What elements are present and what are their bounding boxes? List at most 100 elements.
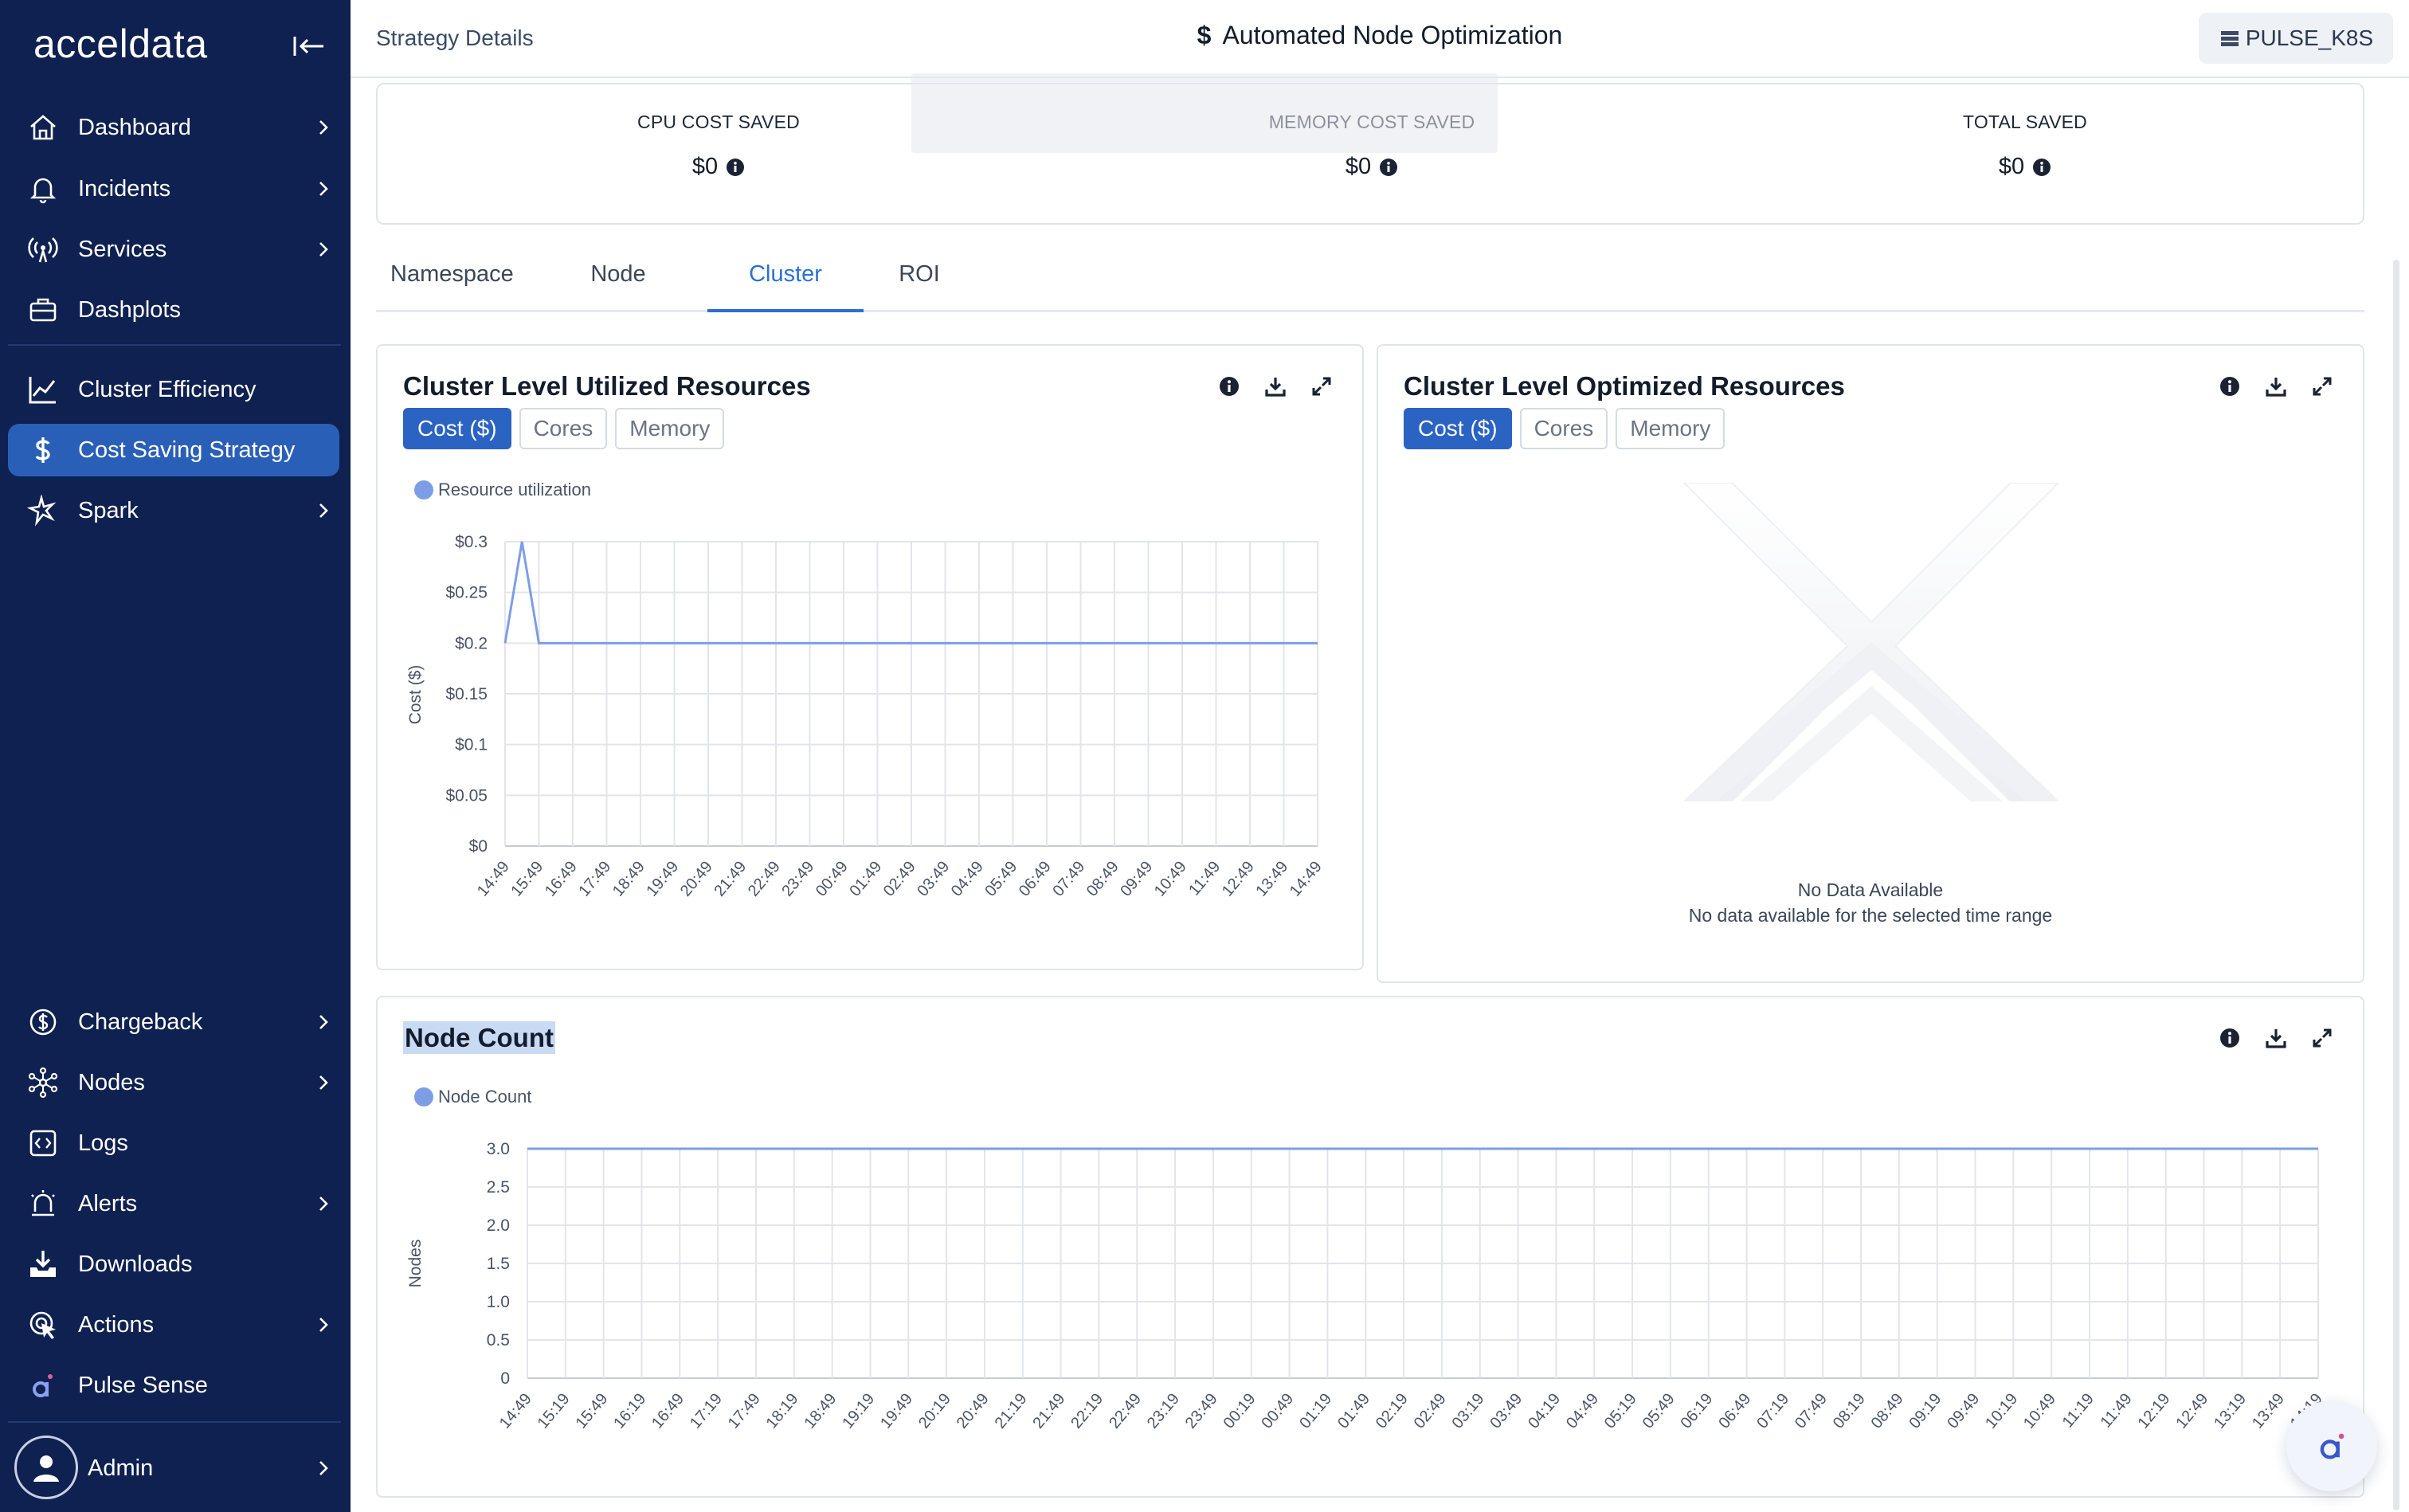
collapse-left-icon: [293, 37, 323, 56]
x-tick-label: 09:49: [1117, 858, 1156, 899]
home-icon: [8, 112, 78, 143]
sidebar-item-logs[interactable]: Logs: [8, 1117, 339, 1169]
y-tick-label: $0.15: [445, 685, 488, 703]
x-tick-label: 02:19: [1373, 1390, 1412, 1432]
breadcrumb[interactable]: Strategy Details: [376, 25, 534, 51]
x-tick-label: 10:49: [2020, 1390, 2059, 1432]
x-tick-label: 18:19: [763, 1390, 802, 1432]
x-tick-label: 01:49: [1334, 1390, 1373, 1432]
saving-stat: CPU COST SAVED $0: [559, 112, 878, 180]
x-tick-label: 16:49: [542, 858, 581, 899]
info-icon[interactable]: [726, 158, 745, 177]
y-tick-label: $0.3: [455, 533, 488, 551]
tab-cluster[interactable]: Cluster: [707, 261, 864, 312]
x-tick-label: 07:49: [1792, 1390, 1831, 1432]
saving-label: CPU COST SAVED: [637, 112, 800, 132]
x-tick-label: 11:49: [2098, 1390, 2136, 1431]
saving-stat: TOTAL SAVED $0: [1866, 112, 2184, 180]
pulse-sense-chat-button[interactable]: [2286, 1400, 2377, 1491]
sidebar-item-downloads[interactable]: Downloads: [8, 1238, 339, 1291]
x-tick-label: 10:49: [1151, 858, 1190, 899]
x-tick-label: 13:49: [2249, 1390, 2288, 1432]
no-data-illustration: [1684, 483, 2058, 801]
sidebar-item-actions[interactable]: Actions: [8, 1299, 339, 1351]
no-data-subtitle: No data available for the selected time …: [1688, 905, 2053, 926]
sidebar-item-incidents[interactable]: Incidents: [8, 163, 339, 215]
x-tick-label: 13:49: [1252, 858, 1291, 899]
tab-roi[interactable]: ROI: [887, 261, 951, 312]
pulse-sense-icon: [2320, 1433, 2344, 1459]
toggle-memory[interactable]: Memory: [1616, 408, 1725, 449]
sidebar-item-dashplots[interactable]: Dashplots: [8, 284, 339, 336]
collapse-sidebar-button[interactable]: [292, 30, 327, 62]
x-tick-label: 03:19: [1449, 1390, 1488, 1432]
sidebar-item-chargeback[interactable]: Chargeback: [8, 996, 339, 1048]
metric-toggle: Cost ($) Cores Memory: [1404, 408, 1725, 449]
optimized-resources-card: Cluster Level Optimized Resources Cost (…: [1377, 344, 2364, 983]
x-tick-label: 13:19: [2211, 1390, 2250, 1432]
y-tick-label: $0.2: [455, 634, 488, 652]
sidebar-item-pulse-sense[interactable]: Pulse Sense: [8, 1359, 339, 1412]
chevron-right-icon: [307, 1013, 339, 1031]
x-tick-label: 02:49: [1411, 1390, 1450, 1432]
sidebar-item-dashboard[interactable]: Dashboard: [8, 101, 339, 154]
sidebar-item-nodes[interactable]: Nodes: [8, 1056, 339, 1109]
expand-button[interactable]: [2309, 373, 2336, 400]
sidebar: acceldata Dashboard Incidents Services Dash…: [0, 0, 351, 1512]
x-tick-label: 06:19: [1678, 1390, 1717, 1432]
x-tick-label: 22:49: [745, 858, 784, 899]
x-tick-label: 05:49: [981, 858, 1020, 899]
info-icon[interactable]: [2032, 158, 2051, 177]
tab-node[interactable]: Node: [580, 261, 656, 312]
x-tick-label: 23:49: [778, 858, 817, 899]
y-tick-label: 0.5: [487, 1331, 510, 1349]
sidebar-item-cluster-efficiency[interactable]: Cluster Efficiency: [8, 363, 339, 416]
info-icon[interactable]: [1379, 158, 1398, 177]
info-button[interactable]: [2216, 373, 2243, 400]
x-tick-label: 23:19: [1144, 1390, 1183, 1432]
acceldata-logo[interactable]: acceldata: [33, 21, 208, 67]
x-tick-label: 18:49: [609, 858, 648, 899]
x-tick-label: 16:19: [610, 1390, 649, 1432]
sidebar-divider: [8, 344, 341, 346]
toggle-cores[interactable]: Cores: [1519, 408, 1608, 449]
utilized-cost-chart: $0$0.05$0.1$0.15$0.2$0.25$0.314:4915:491…: [406, 533, 1326, 900]
sidebar-item-services[interactable]: Services: [8, 223, 339, 276]
y-tick-label: $0.1: [455, 736, 488, 754]
page-title-text: Automated Node Optimization: [1222, 21, 1563, 49]
chevron-right-icon: [307, 502, 339, 519]
sidebar-item-label: Pulse Sense: [78, 1372, 208, 1398]
y-tick-label: 1.5: [487, 1255, 510, 1273]
info-icon: [2220, 377, 2239, 396]
x-tick-label: 19:49: [643, 858, 682, 899]
spark-icon: [8, 495, 78, 527]
x-tick-label: 16:49: [648, 1390, 687, 1432]
y-tick-label: 3.0: [487, 1140, 510, 1158]
cluster-selector[interactable]: PULSE_K8S: [2199, 13, 2393, 64]
x-tick-label: 02:49: [880, 858, 919, 899]
sidebar-item-label: Downloads: [78, 1251, 193, 1277]
cluster-name: PULSE_K8S: [2245, 25, 2374, 50]
admin-avatar[interactable]: [14, 1436, 78, 1499]
x-tick-label: 20:49: [954, 1390, 993, 1432]
expand-icon: [2313, 377, 2332, 396]
toggle-cost[interactable]: Cost ($): [1404, 408, 1512, 449]
y-tick-label: 0: [500, 1369, 510, 1388]
sidebar-item-alerts[interactable]: Alerts: [8, 1177, 339, 1230]
page-header: Strategy Details $ Automated Node Optimiz…: [351, 0, 2409, 78]
sidebar-item-spark[interactable]: Spark: [8, 484, 339, 537]
download-button[interactable]: [2262, 373, 2290, 400]
x-tick-label: 03:49: [914, 858, 953, 899]
page-scrollbar[interactable]: [2393, 260, 2399, 1510]
x-tick-label: 06:49: [1715, 1390, 1754, 1432]
download-icon: [2266, 378, 2286, 397]
sidebar-item-label: Cluster Efficiency: [78, 376, 257, 402]
sidebar-item-cost-saving-strategy[interactable]: Cost Saving Strategy: [8, 424, 339, 476]
sidebar-item-label: Alerts: [78, 1190, 138, 1216]
x-tick-label: 23:49: [1182, 1390, 1221, 1432]
tab-namespace[interactable]: Namespace: [390, 261, 514, 312]
sidebar-item-admin[interactable]: Admin: [88, 1442, 339, 1494]
pulse-sense-icon: [8, 1369, 78, 1401]
saving-amount: $0: [1998, 154, 2025, 179]
y-axis-label: Cost ($): [406, 665, 425, 725]
